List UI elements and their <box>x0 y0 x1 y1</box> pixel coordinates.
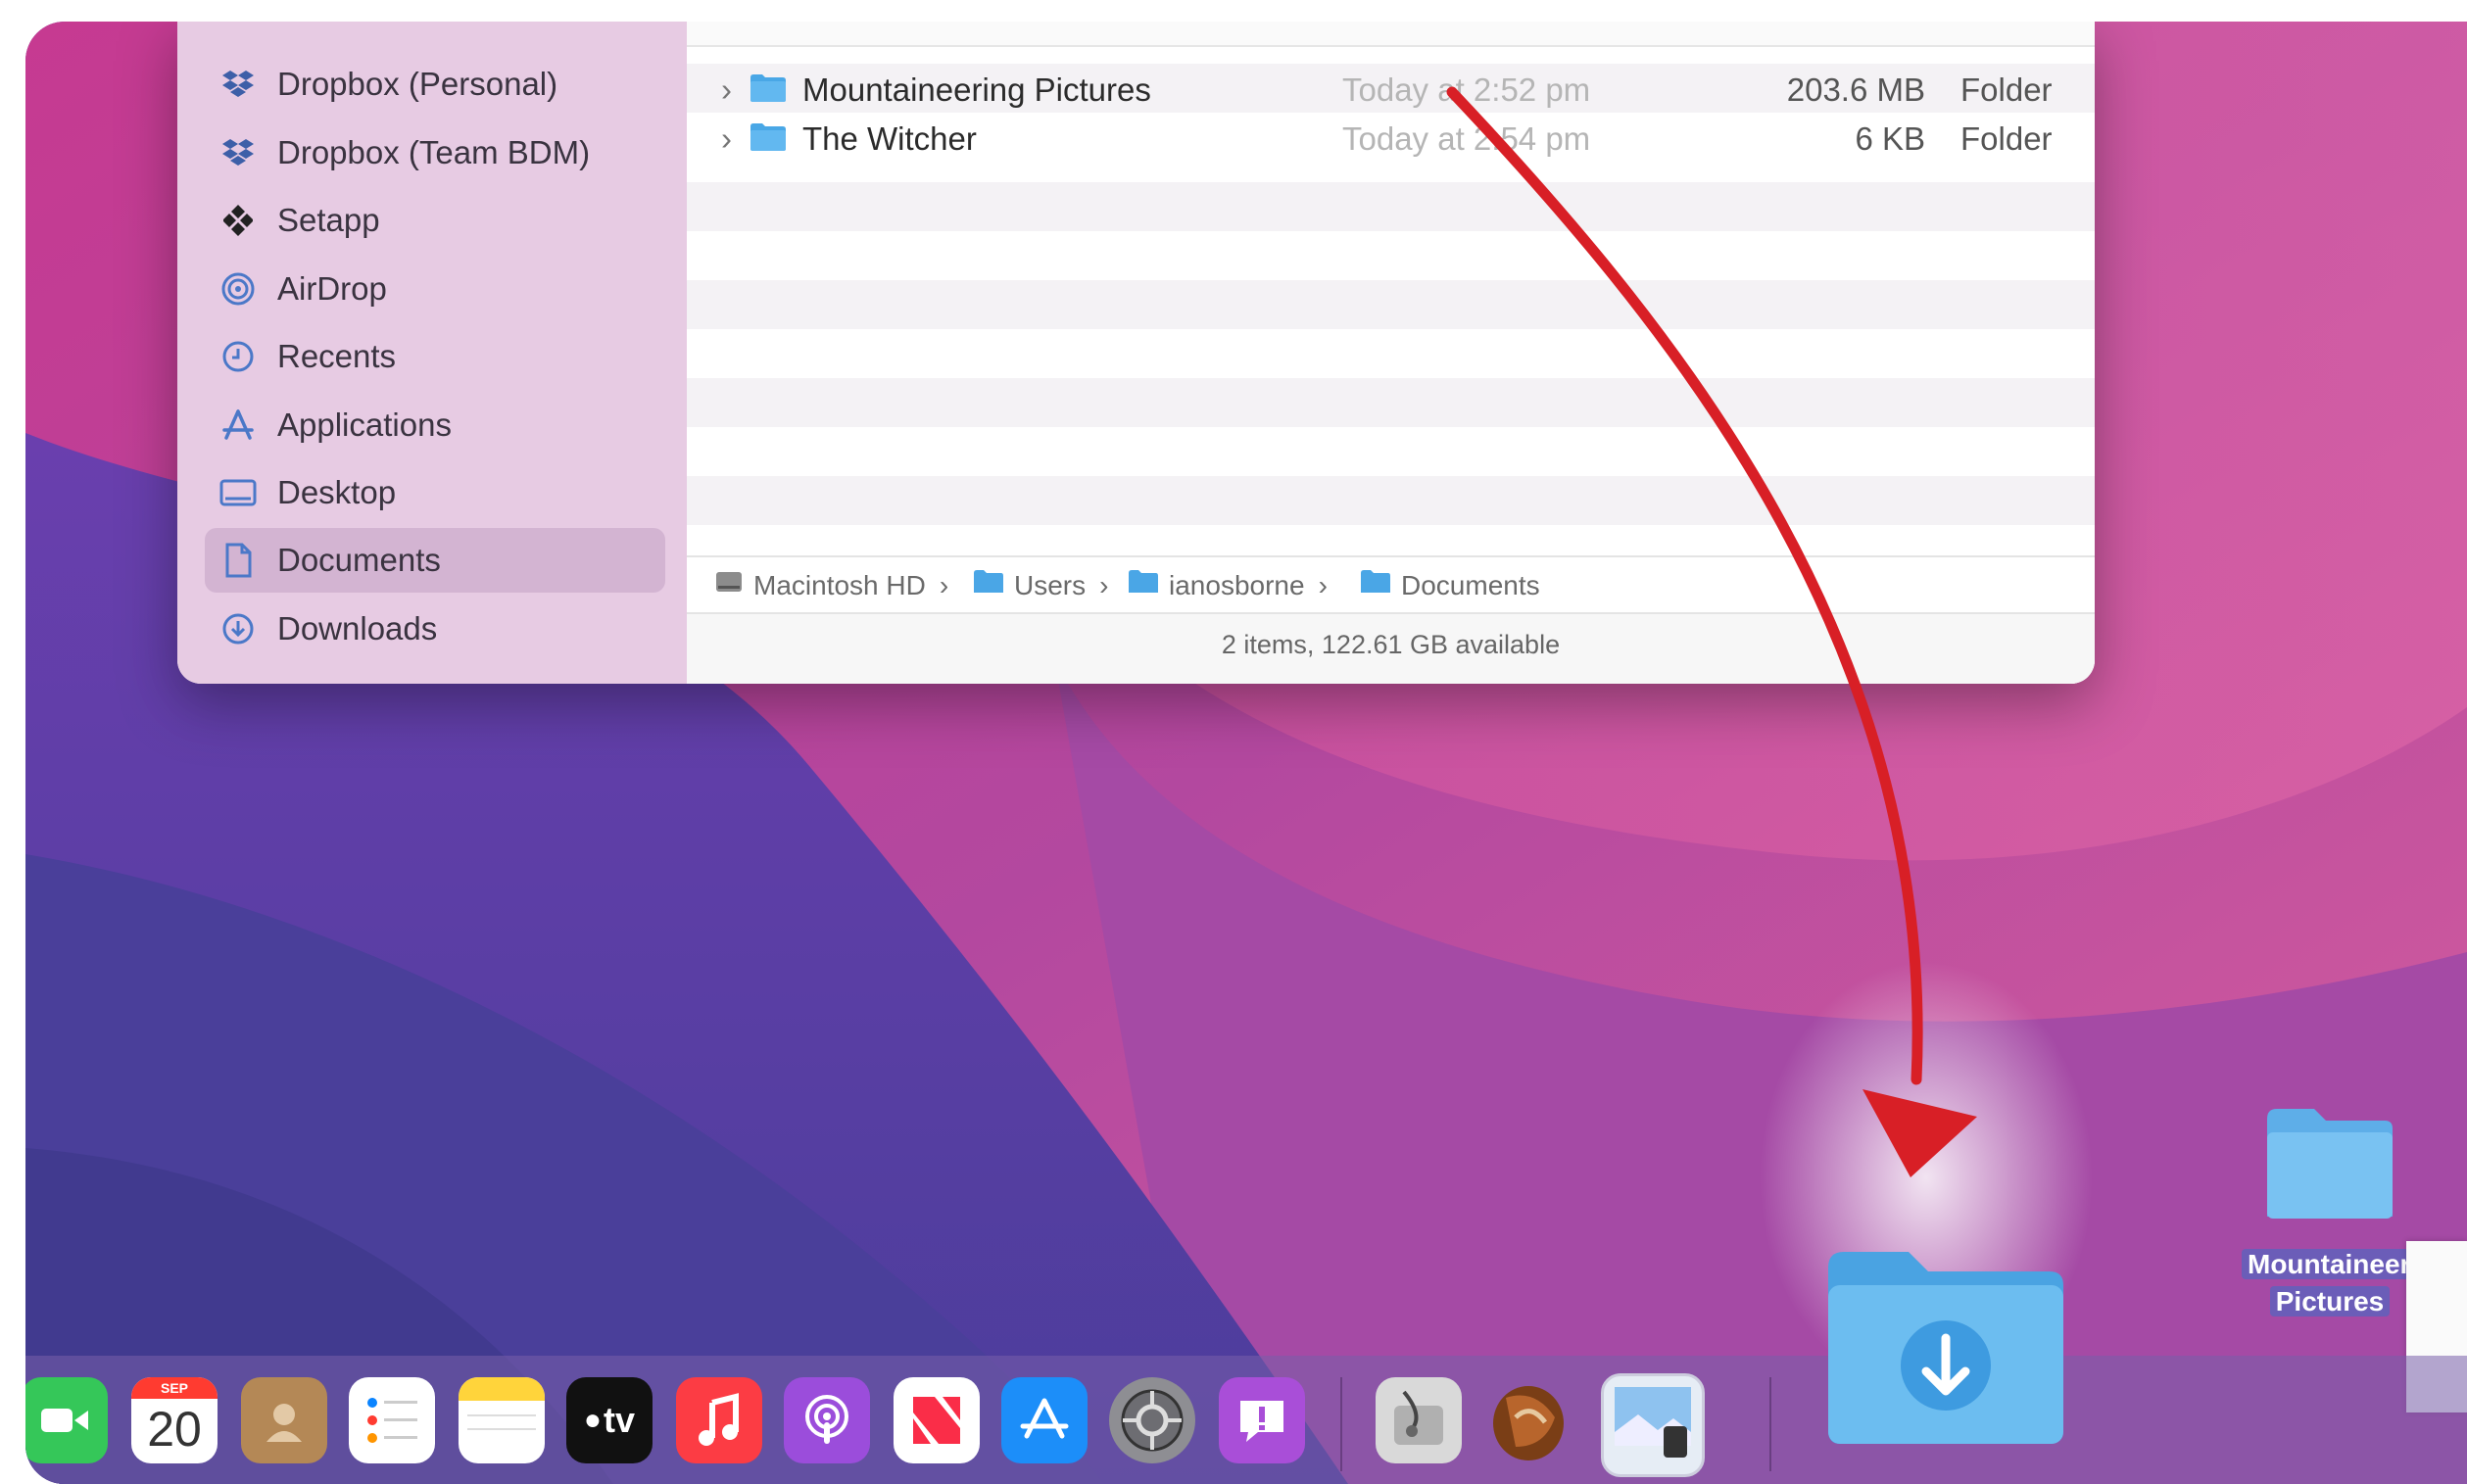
dropbox-icon <box>218 65 258 104</box>
sidebar-item-downloads[interactable]: Downloads <box>205 597 665 661</box>
path-label: ianosborne <box>1169 569 1305 600</box>
dock: SEP 20 ● tv <box>25 1356 2467 1484</box>
sidebar-item-applications[interactable]: Applications <box>205 393 665 457</box>
desktop-screen: Dropbox (Personal) Dropbox (Team BDM) Se… <box>25 22 2467 1484</box>
appletv-icon[interactable]: ● tv <box>566 1377 653 1463</box>
feedback-icon[interactable] <box>1219 1377 1305 1463</box>
marble-icon[interactable] <box>1485 1377 1572 1463</box>
dock-separator <box>1769 1377 1771 1471</box>
path-label: Users <box>1014 569 1087 600</box>
finder-sidebar: Dropbox (Personal) Dropbox (Team BDM) Se… <box>177 22 687 684</box>
sidebar-item-label: Dropbox (Team BDM) <box>277 134 591 170</box>
reminders-icon[interactable] <box>349 1377 435 1463</box>
sidebar-item-label: Recents <box>277 338 397 374</box>
chevron-right-icon: › <box>1318 569 1328 600</box>
path-label: Macintosh HD <box>753 569 926 600</box>
calendar-icon[interactable]: SEP 20 <box>131 1377 218 1463</box>
empty-row <box>687 476 2095 525</box>
notes-icon[interactable] <box>459 1377 545 1463</box>
news-icon[interactable] <box>894 1377 980 1463</box>
path-bar: Macintosh HD › Users › ianosborne › Docu… <box>687 555 2095 612</box>
chevron-right-icon: › <box>939 569 949 600</box>
sidebar-item-label: Downloads <box>277 610 438 646</box>
finder-window: Dropbox (Personal) Dropbox (Team BDM) Se… <box>177 22 2095 684</box>
sidebar-item-dropbox-team[interactable]: Dropbox (Team BDM) <box>205 120 665 185</box>
disk-utility-icon[interactable] <box>1376 1377 1462 1463</box>
finder-file-list: › Mountaineering Pictures Today at 2:52 … <box>687 22 2095 684</box>
podcasts-icon[interactable] <box>784 1377 870 1463</box>
file-size: 203.6 MB <box>1786 72 1925 108</box>
hard-drive-icon <box>714 569 744 601</box>
file-row[interactable]: › The Witcher Today at 2:54 pm 6 KB Fold… <box>687 113 2095 162</box>
music-icon[interactable] <box>676 1377 762 1463</box>
applications-icon <box>218 406 258 445</box>
clock-icon <box>218 337 258 376</box>
airdrop-icon <box>218 269 258 309</box>
folder-icon <box>1128 569 1159 601</box>
sidebar-item-documents[interactable]: Documents <box>205 528 665 593</box>
path-segment[interactable]: Macintosh HD › <box>714 569 948 601</box>
status-bar: 2 items, 122.61 GB available <box>687 612 2095 684</box>
empty-row <box>687 182 2095 231</box>
sidebar-item-dropbox-personal[interactable]: Dropbox (Personal) <box>205 52 665 117</box>
file-size: 6 KB <box>1855 120 1925 157</box>
setapp-icon <box>218 201 258 240</box>
sidebar-item-label: Documents <box>277 542 441 578</box>
sidebar-item-recents[interactable]: Recents <box>205 324 665 389</box>
sidebar-item-label: Setapp <box>277 202 380 238</box>
folder-icon <box>2267 1109 2393 1219</box>
dropbox-icon <box>218 133 258 172</box>
file-date: Today at 2:52 pm <box>1342 72 1591 108</box>
calendar-month: SEP <box>131 1377 218 1399</box>
file-kind: Folder <box>1960 120 2053 157</box>
file-row[interactable]: › Mountaineering Pictures Today at 2:52 … <box>687 64 2095 113</box>
sidebar-item-label: Desktop <box>277 474 397 510</box>
downloads-folder-icon[interactable] <box>1818 1236 2071 1452</box>
facetime-icon[interactable] <box>25 1377 108 1463</box>
contacts-icon[interactable] <box>241 1377 327 1463</box>
file-kind: Folder <box>1960 72 2053 108</box>
sidebar-item-label: Dropbox (Personal) <box>277 66 558 102</box>
column-header-bar[interactable] <box>687 22 2095 47</box>
document-icon <box>218 541 258 580</box>
desktop-icon <box>218 473 258 512</box>
folder-icon <box>973 569 1004 601</box>
sidebar-item-label: AirDrop <box>277 270 387 307</box>
sidebar-item-label: Applications <box>277 407 452 443</box>
path-segment[interactable]: Documents <box>1360 569 1540 601</box>
path-label: Documents <box>1401 569 1540 600</box>
path-segment[interactable]: ianosborne › <box>1128 569 1328 601</box>
preview-icon[interactable] <box>1601 1373 1705 1477</box>
file-date: Today at 2:54 pm <box>1342 120 1591 157</box>
sidebar-item-airdrop[interactable]: AirDrop <box>205 257 665 321</box>
file-name: Mountaineering Pictures <box>802 72 1151 108</box>
sidebar-item-setapp[interactable]: Setapp <box>205 188 665 253</box>
empty-row <box>687 280 2095 329</box>
calendar-day: 20 <box>147 1402 202 1457</box>
file-name: The Witcher <box>802 120 977 157</box>
chevron-right-icon[interactable]: › <box>721 120 732 158</box>
sidebar-item-desktop[interactable]: Desktop <box>205 460 665 525</box>
folder-icon <box>750 122 787 160</box>
appstore-icon[interactable] <box>1001 1377 1088 1463</box>
path-segment[interactable]: Users › <box>973 569 1108 601</box>
empty-row <box>687 378 2095 427</box>
chevron-right-icon[interactable]: › <box>721 72 732 109</box>
dock-separator <box>1340 1377 1342 1471</box>
desktop-folder[interactable]: Mountaineering Pictures <box>2242 1099 2458 1324</box>
chevron-right-icon: › <box>1099 569 1109 600</box>
folder-icon <box>750 73 787 111</box>
folder-icon <box>1360 569 1391 601</box>
desktop-folder-label: Mountaineering Pictures <box>2242 1246 2458 1320</box>
download-icon <box>218 609 258 648</box>
system-preferences-icon[interactable] <box>1109 1377 1195 1463</box>
